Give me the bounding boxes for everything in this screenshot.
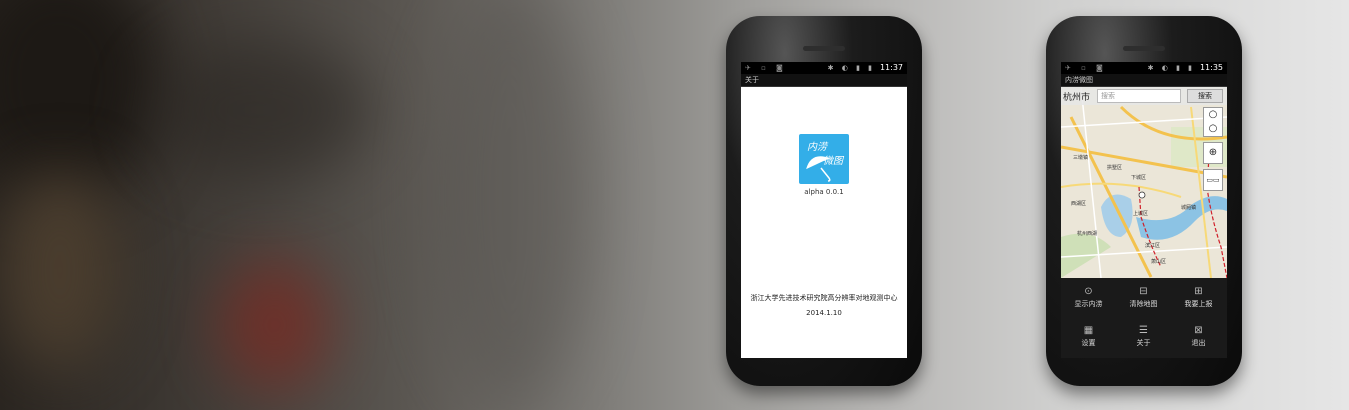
version-text: alpha 0.0.1 bbox=[804, 188, 844, 196]
zoom-control[interactable]: ○ ○ bbox=[1203, 107, 1223, 137]
phone-map: ✈ ▫ ◙ ✱ ◐ ▮ ▮ 11:35 内涝微图 拱墅区 下城区 上城区 西湖区… bbox=[1046, 16, 1242, 386]
close-icon: ⊠ bbox=[1194, 325, 1203, 336]
plus-icon: ⊞ bbox=[1194, 286, 1203, 297]
menu-item-label: 显示内涝 bbox=[1074, 300, 1103, 308]
background-blur bbox=[150, 40, 370, 180]
phone-about: ✈ ▫ ◙ ✱ ◐ ▮ ▮ 11:37 关于 内涝 微图 alpha 0.0.1… bbox=[726, 16, 922, 386]
background-blur bbox=[0, 0, 160, 200]
menu-item-settings[interactable]: ▦ 设置 bbox=[1061, 325, 1116, 348]
menu-item-label: 清除地图 bbox=[1129, 300, 1158, 308]
screen: ✈ ▫ ◙ ✱ ◐ ▮ ▮ 11:37 关于 内涝 微图 alpha 0.0.1… bbox=[741, 62, 907, 358]
page-title: 关于 bbox=[741, 74, 907, 87]
map-label: 拱墅区 bbox=[1107, 164, 1122, 171]
location-marker-icon[interactable] bbox=[1138, 191, 1146, 199]
notification-icons: ✈ ▫ ◙ bbox=[745, 64, 787, 72]
map-label: 杭州西湖 bbox=[1077, 230, 1097, 237]
city-label[interactable]: 杭州市 bbox=[1063, 90, 1090, 103]
list-icon: ☰ bbox=[1139, 325, 1148, 336]
background-blur bbox=[220, 260, 330, 390]
menu-item-exit[interactable]: ⊠ 退出 bbox=[1171, 325, 1226, 348]
map-label: 滨江区 bbox=[1145, 242, 1160, 249]
map-label: 城厢镇 bbox=[1181, 204, 1196, 211]
background-blur bbox=[0, 170, 120, 370]
trash-icon: ⊟ bbox=[1139, 286, 1148, 297]
search-bar: 杭州市 搜索 搜索 bbox=[1061, 87, 1227, 105]
menu-item-report[interactable]: ⊞ 我要上报 bbox=[1171, 286, 1226, 309]
map-label: 下城区 bbox=[1131, 174, 1146, 181]
status-time: 11:37 bbox=[879, 63, 903, 72]
page-title: 内涝微图 bbox=[1061, 74, 1227, 87]
map-label: 上城区 bbox=[1133, 210, 1148, 217]
grid-icon: ▦ bbox=[1083, 325, 1094, 336]
map-label: 西湖区 bbox=[1071, 200, 1086, 207]
search-input[interactable]: 搜索 bbox=[1097, 89, 1181, 103]
menu-item-label: 我要上报 bbox=[1184, 300, 1213, 308]
umbrella-icon bbox=[806, 156, 831, 182]
system-icons: ✱ ◐ ▮ ▮ bbox=[1147, 64, 1195, 72]
app-logo: 内涝 微图 bbox=[799, 134, 849, 184]
menu-item-label: 关于 bbox=[1136, 339, 1151, 347]
earpiece bbox=[1123, 46, 1165, 51]
screen: ✈ ▫ ◙ ✱ ◐ ▮ ▮ 11:35 内涝微图 拱墅区 下城区 上城区 西湖区… bbox=[1061, 62, 1227, 358]
release-date: 2014.1.10 bbox=[806, 309, 842, 317]
map-label: 萧山区 bbox=[1151, 258, 1166, 265]
map-label: 三墩镇 bbox=[1073, 154, 1088, 161]
background-blur bbox=[430, 0, 590, 410]
globe-icon[interactable]: ⊕ bbox=[1203, 142, 1223, 164]
map-view[interactable]: 拱墅区 下城区 上城区 西湖区 滨江区 萧山区 杭州西湖 三墩镇 城厢镇 杭州市… bbox=[1061, 87, 1227, 278]
notification-icons: ✈ ▫ ◙ bbox=[1065, 64, 1107, 72]
location-icon: ⊙ bbox=[1084, 286, 1093, 297]
status-time: 11:35 bbox=[1199, 63, 1223, 72]
menu-item-about[interactable]: ☰ 关于 bbox=[1116, 325, 1171, 348]
menu-item-label: 设置 bbox=[1081, 339, 1096, 347]
layers-icon[interactable]: ▭▭ bbox=[1203, 169, 1223, 191]
menu-item-show-flood[interactable]: ⊙ 显示内涝 bbox=[1061, 286, 1116, 309]
status-bar: ✈ ▫ ◙ ✱ ◐ ▮ ▮ 11:35 bbox=[1061, 62, 1227, 74]
system-icons: ✱ ◐ ▮ ▮ bbox=[827, 64, 875, 72]
menu-item-label: 退出 bbox=[1191, 339, 1206, 347]
search-button[interactable]: 搜索 bbox=[1187, 89, 1223, 103]
status-bar: ✈ ▫ ◙ ✱ ◐ ▮ ▮ 11:37 bbox=[741, 62, 907, 74]
options-menu: ⊙ 显示内涝 ⊟ 清除地图 ⊞ 我要上报 ▦ 设置 ☰ 关于 ⊠ 退出 bbox=[1061, 278, 1227, 358]
about-content: 内涝 微图 alpha 0.0.1 浙江大学先进技术研究院高分辨率对地观测中心 … bbox=[741, 87, 907, 358]
organization-text: 浙江大学先进技术研究院高分辨率对地观测中心 bbox=[750, 294, 898, 302]
earpiece bbox=[803, 46, 845, 51]
menu-item-clear-map[interactable]: ⊟ 清除地图 bbox=[1116, 286, 1171, 309]
